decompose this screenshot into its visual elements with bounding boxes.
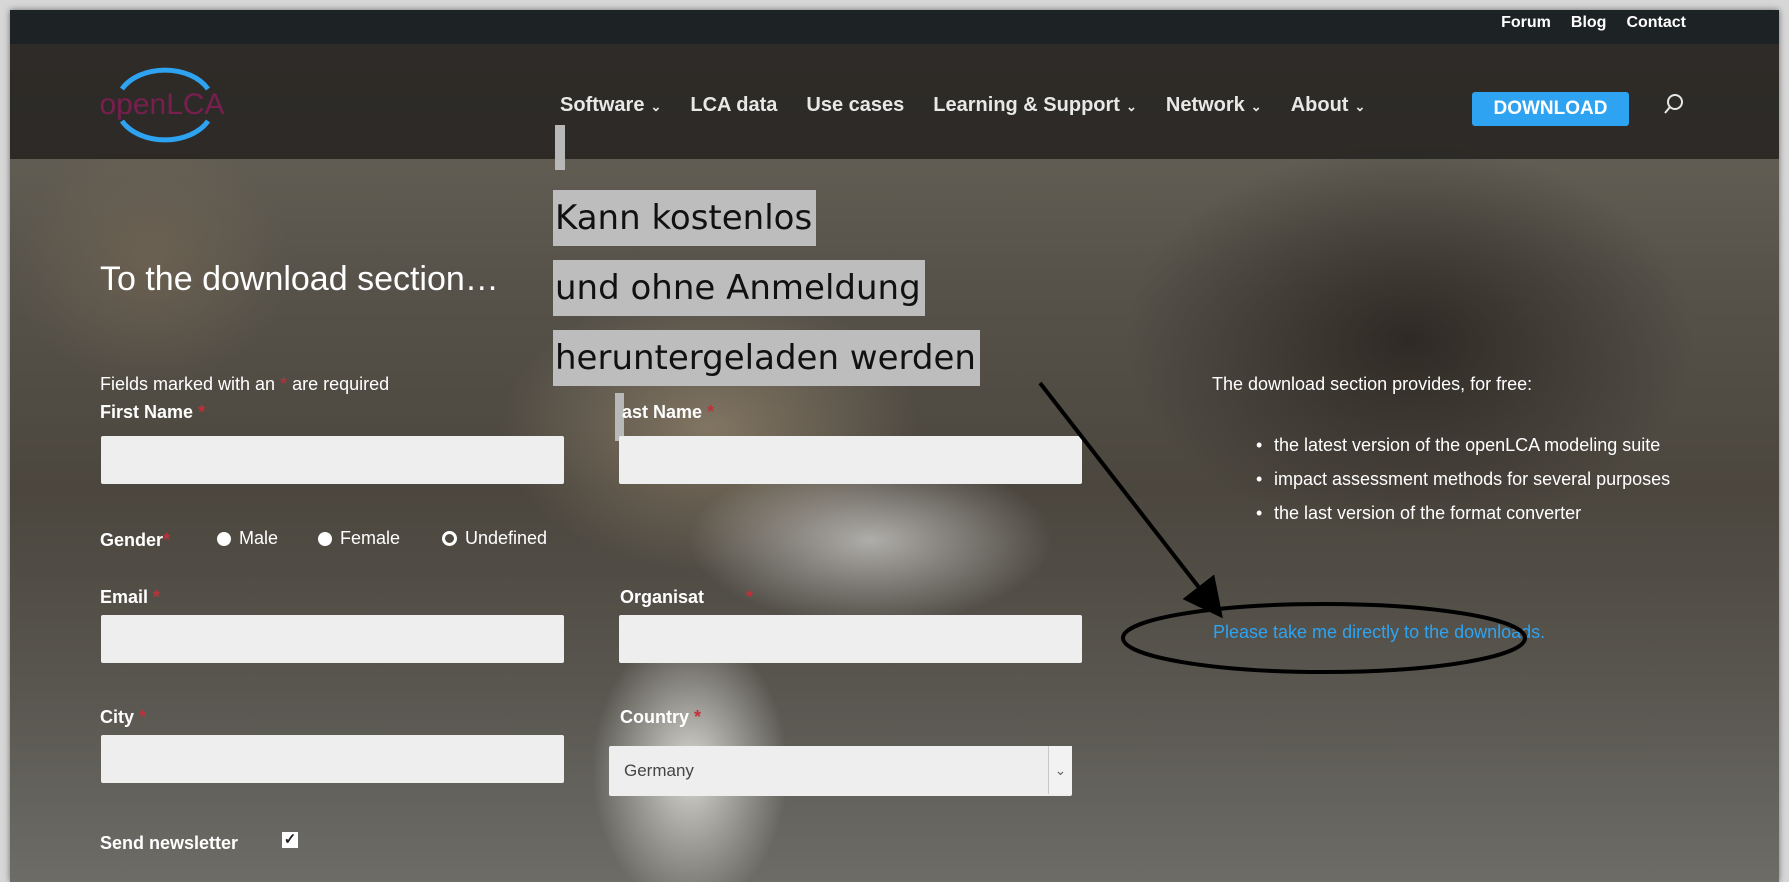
- chevron-down-icon: ⌄: [1250, 99, 1262, 114]
- list-item: impact assessment methods for several pu…: [1256, 462, 1696, 496]
- list-item: the last version of the format converter: [1256, 496, 1696, 530]
- nav-software[interactable]: Software ⌄: [560, 94, 661, 117]
- email-field[interactable]: [101, 615, 564, 663]
- radio-icon: [442, 531, 457, 546]
- annotation-line-3: heruntergeladen werden: [553, 330, 980, 386]
- first-name-label: First Name *: [100, 402, 206, 422]
- side-feature-list: the latest version of the openLCA modeli…: [1256, 428, 1696, 530]
- last-name-label: ast Name *: [622, 402, 715, 422]
- top-link-blog[interactable]: Blog: [1571, 14, 1607, 32]
- organisation-field[interactable]: [619, 615, 1082, 663]
- newsletter-checkbox[interactable]: ✓: [282, 832, 298, 848]
- newsletter-label: Send newsletter: [100, 833, 239, 853]
- country-value: Germany: [624, 761, 694, 780]
- openlca-logo[interactable]: openLCA: [100, 59, 230, 149]
- radio-icon: [217, 531, 231, 546]
- gender-label: Gender*: [100, 530, 171, 550]
- first-name-field[interactable]: [101, 436, 564, 484]
- top-link-forum[interactable]: Forum: [1501, 14, 1551, 32]
- country-label: Country *: [620, 707, 702, 727]
- chevron-down-icon: ⌄: [650, 99, 662, 114]
- main-navbar: openLCA Software ⌄ LCA data Use cases Lea…: [10, 44, 1779, 159]
- search-icon[interactable]: [1662, 92, 1686, 118]
- gender-male-radio[interactable]: Male: [217, 528, 278, 549]
- top-link-contact[interactable]: Contact: [1626, 14, 1686, 32]
- last-name-field[interactable]: [619, 436, 1082, 484]
- organisation-label: Organisat *: [620, 587, 754, 607]
- page-title: To the download section…: [100, 260, 499, 298]
- nav-network[interactable]: Network ⌄: [1166, 94, 1262, 117]
- logo-text: openLCA: [100, 88, 225, 121]
- city-label: City *: [100, 707, 147, 727]
- nav-about[interactable]: About ⌄: [1291, 94, 1366, 117]
- direct-downloads-link[interactable]: Please take me directly to the downloads…: [1213, 622, 1545, 643]
- annotation-line-1: Kann kostenlos: [553, 190, 817, 246]
- nav-use-cases[interactable]: Use cases: [806, 94, 904, 117]
- annotation-line-2: und ohne Anmeldung: [553, 260, 925, 316]
- chevron-down-icon[interactable]: ⌄: [1048, 746, 1072, 794]
- top-links: Forum Blog Contact: [1501, 14, 1686, 32]
- download-button[interactable]: DOWNLOAD: [1472, 92, 1629, 126]
- city-field[interactable]: [101, 735, 564, 783]
- required-note: Fields marked with an * are required: [100, 374, 390, 394]
- nav-lca-data[interactable]: LCA data: [690, 94, 777, 117]
- country-select[interactable]: Germany ⌄: [609, 746, 1072, 796]
- chevron-down-icon: ⌄: [1354, 99, 1366, 114]
- list-item: the latest version of the openLCA modeli…: [1256, 428, 1696, 462]
- email-label: Email *: [100, 587, 161, 607]
- chevron-down-icon: ⌄: [1125, 99, 1137, 114]
- gender-undefined-radio[interactable]: Undefined: [442, 528, 547, 549]
- gender-female-radio[interactable]: Female: [318, 528, 400, 549]
- cursor-marker-top: [555, 125, 565, 170]
- nav-learning-support[interactable]: Learning & Support ⌄: [933, 94, 1137, 117]
- main-nav: Software ⌄ LCA data Use cases Learning & …: [560, 94, 1365, 117]
- side-intro: The download section provides, for free:: [1212, 374, 1533, 394]
- browser-screenshot: Forum Blog Contact openLCA Software ⌄ LCA…: [10, 10, 1779, 882]
- top-bar: Forum Blog Contact: [10, 10, 1779, 44]
- radio-icon: [318, 531, 332, 546]
